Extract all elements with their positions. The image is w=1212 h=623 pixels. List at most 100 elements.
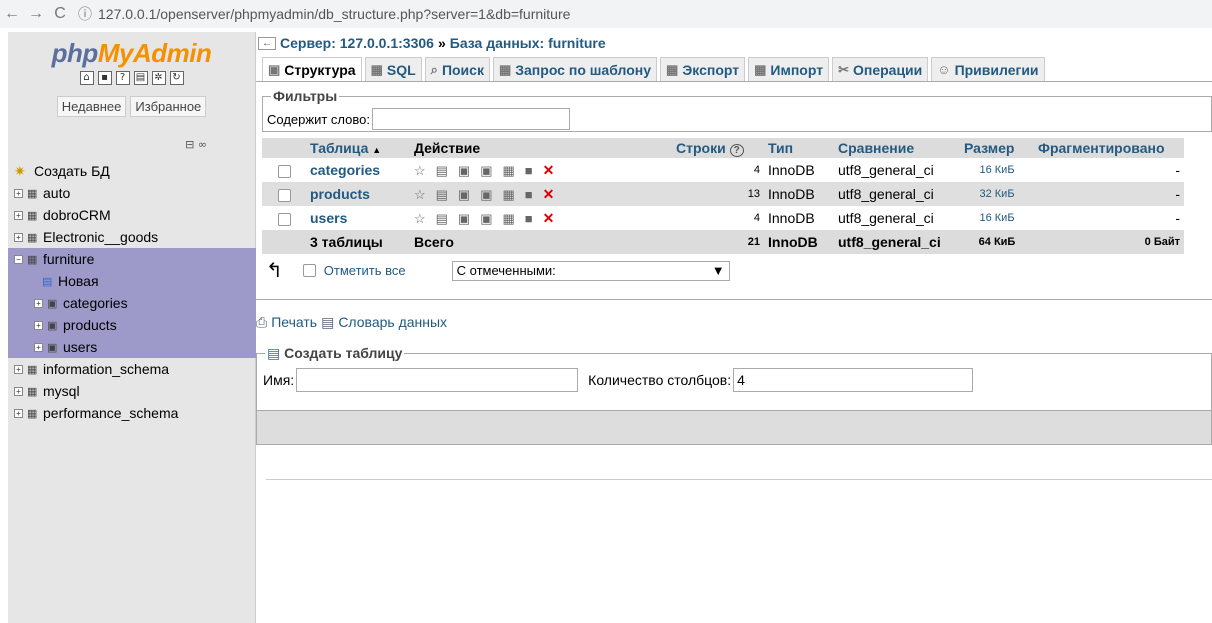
row-checkbox[interactable] (277, 164, 291, 178)
row-checkbox[interactable] (277, 188, 291, 202)
dictionary-link[interactable]: Словарь данных (338, 314, 447, 331)
action-icons[interactable]: ☆▤▣▣▦■ (414, 187, 543, 202)
action-icons[interactable]: ☆▤▣▣▦■ (414, 163, 543, 178)
tab-operations[interactable]: ✂ Операции (832, 57, 929, 81)
bulk-actions: ↰ Отметить все С отмеченными: ▼ (266, 258, 1212, 283)
table-name-link[interactable]: products (306, 182, 410, 206)
engine: InnoDB (764, 206, 834, 230)
breadcrumb-db[interactable]: База данных: furniture (450, 35, 606, 51)
breadcrumb-server[interactable]: Сервер: 127.0.0.1:3306 (280, 35, 434, 51)
overhead: - (1034, 182, 1184, 206)
search-icon: ⌕ (430, 61, 438, 77)
info-icon[interactable]: ⓘ (78, 6, 92, 22)
tree-node-electronic-goods[interactable]: + ▦ Electronic__goods (8, 226, 256, 248)
collapse-link-icons[interactable]: ⊟ ∞ (185, 138, 207, 151)
expand-icon[interactable]: + (14, 386, 23, 396)
tab-privileges[interactable]: ☺ Привилегии (931, 57, 1045, 81)
collapse-left-icon[interactable]: ← (258, 36, 276, 50)
table-icon: ▣ (47, 320, 58, 332)
expand-icon[interactable]: + (14, 364, 23, 374)
tab-sql[interactable]: ▦ SQL (364, 57, 422, 81)
expand-icon[interactable]: + (34, 298, 43, 308)
home-icon[interactable]: ⌂ (79, 71, 94, 85)
tab-search[interactable]: ⌕ Поиск (424, 57, 490, 81)
size-link[interactable]: 16 КиБ (960, 158, 1034, 182)
row-checkbox[interactable] (277, 212, 291, 226)
row-count: 4 (672, 206, 764, 230)
size-link[interactable]: 16 КиБ (960, 206, 1034, 230)
tree-node-new-db[interactable]: ✷ Создать БД (8, 160, 256, 182)
expand-icon[interactable]: + (34, 320, 43, 330)
favorites-tab[interactable]: Избранное (130, 96, 207, 117)
with-selected-select[interactable]: С отмеченными: ▼ (451, 260, 730, 281)
exit-icon[interactable]: ▪ (97, 71, 112, 85)
sql-icon: ▦ (370, 61, 383, 77)
size-link[interactable]: 32 КиБ (960, 182, 1034, 206)
expand-icon[interactable]: + (14, 210, 23, 220)
reload-nav-icon[interactable]: ↻ (169, 71, 184, 85)
tree-node-products[interactable]: + ▣ products (8, 314, 256, 336)
footer-overhead: 0 Байт (1034, 230, 1184, 254)
tab-export[interactable]: ▦ Экспорт (660, 57, 746, 81)
columns-count-input[interactable] (733, 368, 974, 392)
header-collation[interactable]: Сравнение (834, 138, 960, 158)
expand-icon[interactable]: + (34, 342, 43, 352)
table-name-link[interactable]: users (306, 206, 410, 230)
settings-icon[interactable]: ✲ (151, 71, 166, 85)
header-type[interactable]: Тип (764, 138, 834, 158)
collation: utf8_general_ci (834, 206, 960, 230)
forward-button[interactable]: → (24, 5, 48, 23)
table-row: users ☆▤▣▣▦■✕ 4 InnoDB utf8_general_ci 1… (262, 206, 1184, 230)
table-name-link[interactable]: categories (306, 158, 410, 182)
address-bar[interactable]: ⓘ 127.0.0.1/openserver/phpmyadmin/db_stru… (78, 4, 570, 24)
tab-import[interactable]: ▦ Импорт (748, 57, 830, 81)
tree-node-categories[interactable]: + ▣ categories (8, 292, 256, 314)
breadcrumb: ← Сервер: 127.0.0.1:3306 » База данных: … (256, 32, 1212, 54)
check-all-checkbox[interactable] (302, 264, 316, 277)
drop-icon[interactable]: ✕ (543, 210, 555, 226)
database-icon: ▦ (27, 386, 38, 398)
tree-node-new-table[interactable]: ▤ Новая (8, 270, 256, 292)
header-rows[interactable]: Строки ? (672, 138, 764, 158)
recent-tab[interactable]: Недавнее (56, 96, 127, 117)
tree-node-information-schema[interactable]: + ▦ information_schema (8, 358, 256, 380)
phpmyadmin-logo[interactable]: phpMyAdmin ⌂ ▪ ? ▤ ✲ ↻ (8, 32, 255, 86)
tab-structure[interactable]: ▣ Структура (262, 57, 362, 81)
tree-node-performance-schema[interactable]: + ▦ performance_schema (8, 402, 256, 424)
tree-node-users[interactable]: + ▣ users (8, 336, 256, 358)
docs-icon[interactable]: ? (115, 71, 130, 85)
check-all-label[interactable]: Отметить все (324, 263, 406, 278)
reload-button[interactable]: C (48, 5, 72, 23)
tree-node-auto[interactable]: + ▦ auto (8, 182, 256, 204)
filters-fieldset: Фильтры Содержит слово: (262, 88, 1212, 132)
expand-icon[interactable]: + (14, 232, 23, 242)
row-count: 4 (672, 158, 764, 182)
create-table-row: Имя: Количество столбцов: (263, 368, 974, 392)
tree-node-mysql[interactable]: + ▦ mysql (8, 380, 256, 402)
collapse-icon[interactable]: − (14, 254, 23, 264)
back-button[interactable]: ← (0, 5, 24, 23)
name-label: Имя: (263, 372, 295, 388)
sql-docs-icon[interactable]: ▤ (133, 71, 148, 85)
database-icon: ▦ (27, 188, 38, 200)
header-size[interactable]: Размер (960, 138, 1034, 158)
action-icons[interactable]: ☆▤▣▣▦■ (414, 211, 543, 226)
expand-icon[interactable]: + (14, 188, 23, 198)
drop-icon[interactable]: ✕ (543, 162, 555, 178)
filter-input[interactable] (371, 108, 570, 130)
create-table-legend: ▤ Создать таблицу (265, 345, 405, 362)
database-icon: ▦ (27, 210, 38, 222)
expand-icon[interactable]: + (14, 408, 23, 418)
table-row: categories ☆▤▣▣▦■✕ 4 InnoDB utf8_general… (262, 158, 1184, 182)
header-table[interactable]: Таблица ▲ (306, 138, 410, 158)
tree-node-furniture[interactable]: − ▦ furniture (8, 248, 256, 270)
table-icon: ▣ (47, 298, 58, 310)
tree-node-dobrocrm[interactable]: + ▦ dobroCRM (8, 204, 256, 226)
tab-query[interactable]: ▦ Запрос по шаблону (492, 57, 658, 81)
table-name-input[interactable] (296, 368, 579, 392)
help-icon[interactable]: ? (729, 144, 744, 157)
header-overhead[interactable]: Фрагментировано (1034, 138, 1184, 158)
main-content: ← Сервер: 127.0.0.1:3306 » База данных: … (256, 32, 1212, 623)
print-link[interactable]: Печать (271, 314, 317, 331)
drop-icon[interactable]: ✕ (543, 186, 555, 202)
